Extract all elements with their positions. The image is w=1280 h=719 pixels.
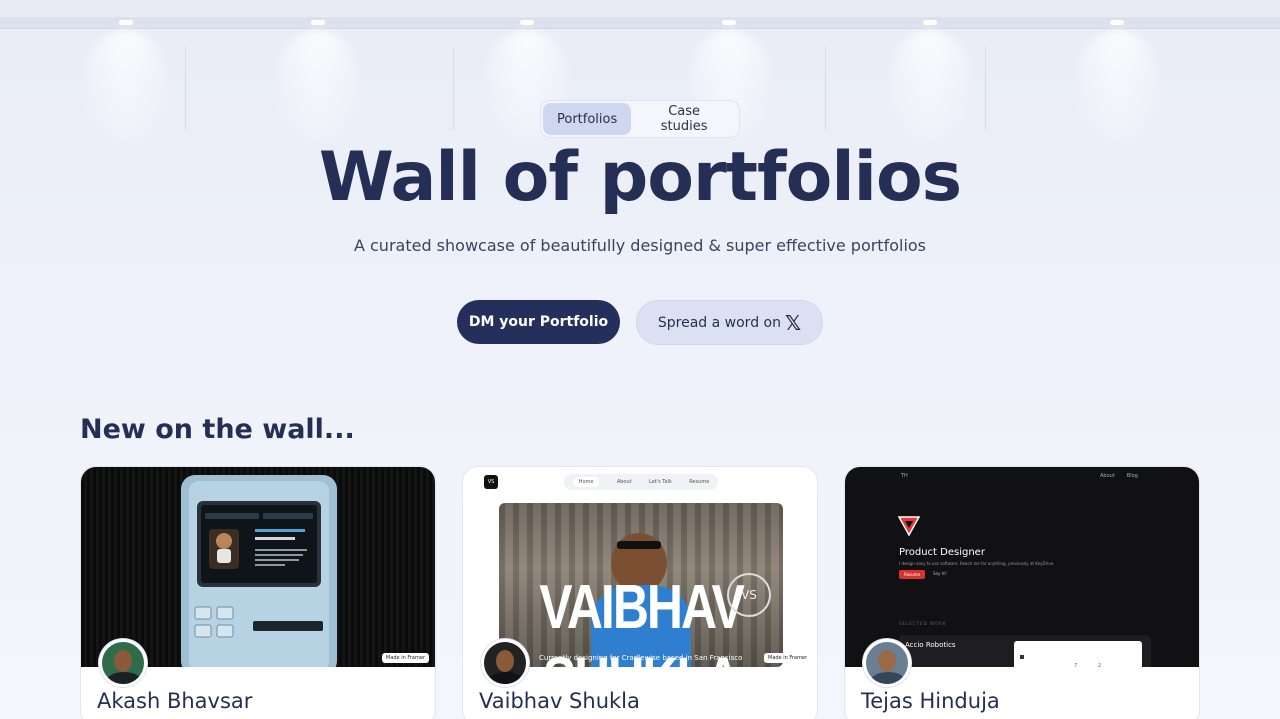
hero-caption: Currently designing for Cradlewise based… <box>539 654 743 662</box>
made-in-framer-badge: Made in Framer <box>382 653 429 663</box>
wall-divider <box>185 46 186 130</box>
view-toggle: Portfolios Case studies <box>540 100 740 138</box>
vs-seal-icon: VS <box>727 573 771 617</box>
lamp-light <box>923 20 937 25</box>
project-title: Accio Robotics <box>905 641 956 649</box>
light-glow <box>278 30 358 140</box>
tab-portfolios[interactable]: Portfolios <box>543 103 632 135</box>
hero-photo: VAIBHAV SHUKLA VS Currently designing fo… <box>499 503 783 667</box>
project-preview: 7 2 <box>1014 641 1142 667</box>
role-description: I design easy to use software. Reach me … <box>899 561 1055 566</box>
portfolio-author-name[interactable]: Tejas Hinduja <box>861 689 1000 713</box>
wall-divider <box>453 46 454 130</box>
nav-item-home: Home <box>572 477 600 487</box>
made-in-framer-badge: Made in Framer <box>764 653 811 663</box>
triangle-logo-icon <box>897 516 921 537</box>
retro-computer-illustration <box>181 475 337 667</box>
nav-item-blog: Blog <box>1126 473 1138 479</box>
ceiling-strip <box>0 17 1280 29</box>
portfolio-author-name[interactable]: Akash Bhavsar <box>97 689 252 713</box>
portfolio-author-name[interactable]: Vaibhav Shukla <box>479 689 640 713</box>
th-logo-text: TH <box>901 473 908 479</box>
role-title: Product Designer <box>899 547 985 558</box>
portfolio-thumbnail[interactable]: Made in Framer <box>81 467 435 667</box>
light-glow <box>86 30 166 140</box>
dm-portfolio-button[interactable]: DM your Portfolio <box>457 300 620 344</box>
thumbnail-nav: About Blog <box>1100 473 1138 479</box>
wall-divider <box>825 46 826 130</box>
portfolio-thumbnail[interactable]: VS Home About Let's Talk Resume VAIBHAV … <box>463 467 817 667</box>
nav-item-about: About <box>1100 473 1115 479</box>
say-hi-link: Say hi! <box>933 571 947 576</box>
page-title: Wall of portfolios <box>318 138 962 217</box>
avatar <box>863 639 911 687</box>
project-card: Accio Robotics 7 2 <box>899 635 1151 667</box>
share-label: Spread a word on <box>657 314 781 331</box>
resume-button: Resume <box>899 570 926 579</box>
tab-case-studies[interactable]: Case studies <box>631 103 737 135</box>
portfolio-thumbnail[interactable]: TH About Blog Product Designer I design … <box>845 467 1199 667</box>
share-on-x-button[interactable]: Spread a word on 𝕏 <box>636 300 823 345</box>
nav-item-about: About <box>616 479 632 485</box>
avatar <box>481 639 529 687</box>
wall-divider <box>985 46 986 130</box>
portfolio-card[interactable]: Made in Framer Akash Bhavsar <box>80 466 436 719</box>
lamp-light <box>722 20 736 25</box>
vs-logo-icon: VS <box>484 475 498 489</box>
selected-work-label: SELECTED WORK <box>899 621 947 626</box>
portfolio-card[interactable]: VS Home About Let's Talk Resume VAIBHAV … <box>462 466 818 719</box>
page-subtitle: A curated showcase of beautifully design… <box>353 236 927 255</box>
portfolio-card[interactable]: TH About Blog Product Designer I design … <box>844 466 1200 719</box>
x-logo-icon: 𝕏 <box>784 310 802 335</box>
thumbnail-nav: Home About Let's Talk Resume <box>564 474 718 490</box>
lamp-light <box>1110 20 1124 25</box>
nav-item-resume: Resume <box>689 479 710 485</box>
lamp-light <box>520 20 534 25</box>
lamp-light <box>119 20 133 25</box>
nav-item-lets-talk: Let's Talk <box>649 479 672 485</box>
avatar <box>99 639 147 687</box>
light-glow <box>1078 30 1158 140</box>
light-glow <box>890 30 970 140</box>
lamp-light <box>311 20 325 25</box>
section-title: New on the wall... <box>80 414 355 445</box>
